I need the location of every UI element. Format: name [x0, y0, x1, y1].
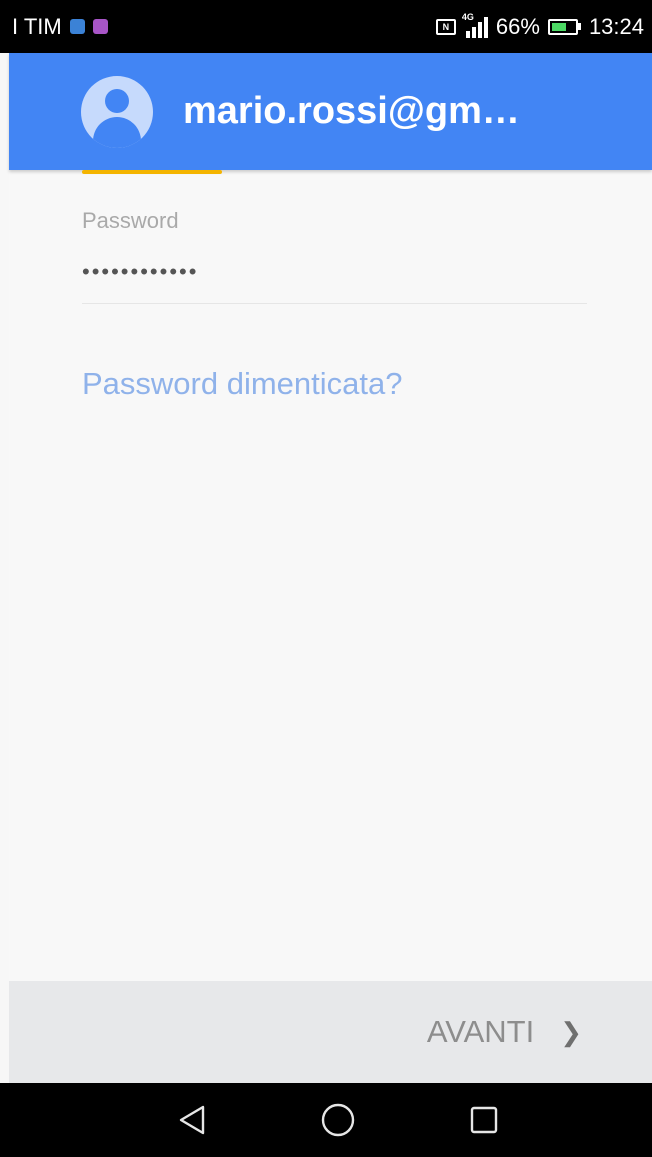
- signal-bar: [483, 16, 488, 38]
- signal-icon: 4G: [462, 12, 488, 38]
- battery-icon: [547, 18, 581, 35]
- next-button[interactable]: AVANTI ❯: [427, 1014, 582, 1050]
- status-left: I TIM: [12, 14, 108, 40]
- forgot-password-link[interactable]: Password dimenticata?: [82, 366, 403, 402]
- account-header: mario.rossi@gm…: [9, 53, 652, 170]
- app-notification-icon: [92, 19, 108, 34]
- password-underline: [82, 303, 587, 304]
- carrier-label: I TIM: [12, 13, 62, 39]
- navigation-bar: [0, 1083, 652, 1157]
- nfc-icon: N: [435, 18, 456, 35]
- footer-action-bar: AVANTI ❯: [9, 981, 652, 1083]
- network-type-label: 4G: [461, 11, 474, 22]
- home-button[interactable]: [318, 1100, 358, 1140]
- back-triangle-icon: [179, 1105, 205, 1135]
- signal-bar: [465, 30, 470, 38]
- recents-button[interactable]: [464, 1100, 504, 1140]
- clock: 13:24: [588, 13, 644, 39]
- status-right: N 4G 66% 13:24: [435, 12, 644, 40]
- home-circle-icon: [321, 1103, 355, 1137]
- phone-screen: I TIM N 4G 66% 13:24 mario.rossi@gm… Pas…: [0, 0, 652, 1157]
- account-email: mario.rossi@gm…: [183, 90, 520, 132]
- back-button[interactable]: [172, 1100, 212, 1140]
- sign-in-form: Password Password dimenticata?: [9, 170, 652, 981]
- progress-indicator: [82, 170, 222, 174]
- status-bar: I TIM N 4G 66% 13:24: [0, 0, 652, 53]
- password-label: Password: [82, 208, 179, 233]
- next-button-label: AVANTI: [426, 1014, 535, 1049]
- battery-percent: 66%: [495, 13, 540, 39]
- chevron-right-icon: ❯: [560, 1016, 582, 1047]
- avatar-shoulders: [93, 116, 141, 148]
- battery-fill: [551, 22, 567, 31]
- recents-square-icon: [470, 1106, 498, 1134]
- signal-bar: [471, 26, 476, 38]
- battery-nub: [577, 23, 581, 30]
- app-notification-icon: [69, 19, 85, 34]
- battery-body: [547, 18, 578, 35]
- signal-bar: [477, 21, 482, 38]
- account-circle-icon: [81, 75, 153, 148]
- password-input[interactable]: [82, 252, 587, 292]
- avatar-head: [105, 88, 129, 113]
